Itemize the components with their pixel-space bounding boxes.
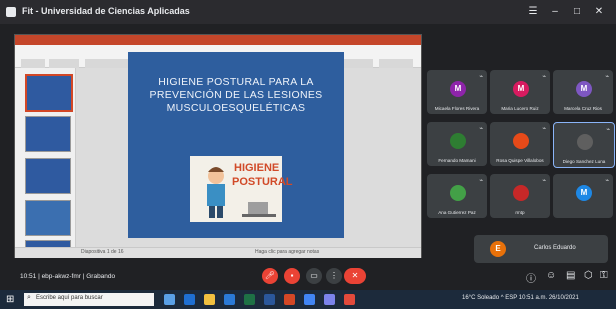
participant-name: Ana Gutierrez Paz <box>438 210 476 215</box>
task-view-icon[interactable] <box>164 294 175 305</box>
avatar: E <box>490 241 506 257</box>
participant-name: Marcela Cruz Rios <box>564 106 602 111</box>
participant-tile[interactable]: ⌁ M <box>553 174 613 218</box>
taskbar: ⊞ ⌕ Escribe aquí para buscar 16°C Solead… <box>0 290 616 309</box>
participant-tile[interactable]: ⌁ Diego Sanchez Luna <box>553 122 615 168</box>
participant-tile[interactable]: ⌁ rmtp <box>490 174 550 218</box>
windows-start-icon[interactable]: ⊞ <box>6 294 17 305</box>
camera-toggle-button[interactable]: ▪ <box>284 268 300 284</box>
title-bar: Fit - Universidad de Ciencias Aplicadas … <box>0 0 616 24</box>
taskbar-search-input[interactable]: ⌕ Escribe aquí para buscar <box>24 293 154 306</box>
notes-hint: Haga clic para agregar notas <box>255 249 320 255</box>
chrome-icon[interactable] <box>304 294 315 305</box>
store-icon[interactable] <box>224 294 235 305</box>
participant-tile[interactable]: ⌁ Ana Gutierrez Paz <box>427 174 487 218</box>
participant-tile[interactable]: ⌁ Rosa Quispe Villalobos <box>490 122 550 166</box>
ppt-status-bar: Diapositiva 1 de 16 Haga clic para agreg… <box>15 247 421 258</box>
mic-off-icon: ⌁ <box>542 74 546 80</box>
mic-off-icon: ⌁ <box>605 178 609 184</box>
participant-name: Fernando Mamani <box>438 158 476 163</box>
self-name: Carlos Eduardo <box>534 245 576 251</box>
avatar <box>450 133 466 149</box>
participant-tile[interactable]: ⌁ M Maria Lucero Ruiz <box>490 70 550 114</box>
avatar: M <box>576 81 592 97</box>
mic-off-icon: ⌁ <box>606 127 610 133</box>
avatar: M <box>513 81 529 97</box>
participant-tile[interactable]: ⌁ M Marcela Cruz Rios <box>553 70 613 114</box>
participant-name: rmtp <box>515 210 525 215</box>
slide-thumbnail[interactable] <box>25 158 71 194</box>
word-icon[interactable] <box>264 294 275 305</box>
file-explorer-icon[interactable] <box>204 294 215 305</box>
avatar <box>513 185 529 201</box>
window-title: Fit - Universidad de Ciencias Aplicadas <box>22 6 190 16</box>
avatar <box>450 185 466 201</box>
slide-thumbnail-panel <box>15 68 76 249</box>
chat-icon[interactable]: ▤ <box>566 270 575 281</box>
mic-off-icon: ⌁ <box>479 126 483 132</box>
system-tray: 16°C Soleado ^ ESP 10:51 a.m. 26/10/2021 <box>462 295 579 301</box>
slide-thumbnail[interactable] <box>25 200 71 236</box>
app-icon[interactable] <box>344 294 355 305</box>
edge-icon[interactable] <box>184 294 195 305</box>
minimize-icon[interactable]: – <box>548 5 562 19</box>
close-icon[interactable]: ✕ <box>592 5 606 19</box>
mic-off-icon: ⌁ <box>605 74 609 80</box>
mic-off-icon: ⌁ <box>479 74 483 80</box>
slide-thumbnail[interactable] <box>25 116 71 152</box>
mic-toggle-button[interactable]: 🎤︎ <box>262 268 278 284</box>
slide-thumbnail[interactable] <box>25 74 73 112</box>
avatar: M <box>450 81 466 97</box>
search-placeholder: Escribe aquí para buscar <box>36 295 103 301</box>
powerpoint-icon[interactable] <box>284 294 295 305</box>
end-call-button[interactable]: ✕ <box>344 268 366 284</box>
illustration-word: HIGIENE <box>234 162 280 174</box>
mic-off-icon: ⌁ <box>479 178 483 184</box>
participant-name: Maria Lucero Ruiz <box>501 106 539 111</box>
avatar <box>513 133 529 149</box>
slide-title: HIGIENE POSTURAL PARA LA PREVENCIÓN DE L… <box>149 76 323 114</box>
illustration-word: POSTURAL <box>232 176 293 188</box>
info-icon[interactable]: ⓘ <box>526 270 536 285</box>
search-icon: ⌕ <box>27 294 31 301</box>
teams-icon[interactable] <box>324 294 335 305</box>
self-tile[interactable]: E Carlos Eduardo <box>474 235 608 263</box>
captions-button[interactable]: ▭ <box>306 268 322 284</box>
current-slide: HIGIENE POSTURAL PARA LA PREVENCIÓN DE L… <box>128 52 344 238</box>
participant-tile[interactable]: ⌁ M Micaela Flores Rivera <box>427 70 487 114</box>
activities-icon[interactable]: ⬡ <box>584 270 593 281</box>
lock-icon[interactable]: ⚿ <box>600 270 608 281</box>
people-icon[interactable]: ☺ <box>546 270 556 281</box>
participant-tile[interactable]: ⌁ Fernando Mamani <box>427 122 487 166</box>
avatar: M <box>576 185 592 201</box>
participants-icon[interactable]: ☰ <box>526 5 540 19</box>
avatar <box>577 134 593 150</box>
excel-icon[interactable] <box>244 294 255 305</box>
mic-off-icon: ⌁ <box>542 178 546 184</box>
posture-illustration: HIGIENE POSTURAL <box>190 156 293 222</box>
ppt-title-bar <box>15 35 421 45</box>
slide-counter: Diapositiva 1 de 16 <box>81 249 124 255</box>
meeting-info: 10:51 | ebp-akwz-fmr | Grabando <box>20 273 116 280</box>
more-options-button[interactable]: ⋮ <box>326 268 342 284</box>
mic-off-icon: ⌁ <box>542 126 546 132</box>
participant-name: Micaela Flores Rivera <box>434 106 480 111</box>
participant-name: Rosa Quispe Villalobos <box>496 158 544 163</box>
app-logo-icon <box>6 7 16 17</box>
participant-name: Diego Sanchez Luna <box>562 159 606 164</box>
maximize-icon[interactable]: □ <box>570 5 584 19</box>
